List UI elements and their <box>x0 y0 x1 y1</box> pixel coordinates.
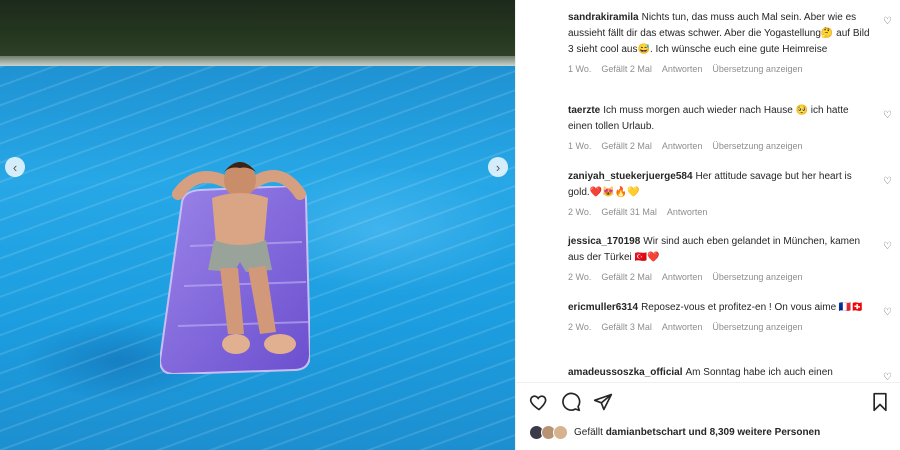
paper-plane-icon[interactable] <box>593 392 613 417</box>
comment-like-heart-icon[interactable]: ♡ <box>883 372 892 382</box>
comment-bubble-icon[interactable] <box>561 392 581 417</box>
comment-username[interactable]: jessica_170198 <box>568 236 640 247</box>
comment-meta: 2 Wo. Gefällt 2 Mal Antworten Übersetzun… <box>568 272 871 282</box>
comment-text: ericmuller6314 Reposez-vous et profitez-e… <box>568 300 871 316</box>
comment-username[interactable]: amadeussoszka_official <box>568 367 683 378</box>
comment-like-heart-icon[interactable]: ♡ <box>883 307 892 318</box>
comment-item: zaniyah_stuekerjuerge584 Her attitude sav… <box>516 169 900 217</box>
reply-button[interactable]: Antworten <box>662 322 703 332</box>
comment-likes[interactable]: Gefällt 2 Mal <box>601 64 652 74</box>
comment-meta: 1 Wo. Gefällt 2 Mal Antworten Übersetzun… <box>568 141 871 151</box>
likes-prefix: Gefällt <box>574 427 603 438</box>
post-photo: ‹ › <box>0 0 515 450</box>
comment-body: Reposez-vous et profitez-en ! On vous ai… <box>641 302 864 313</box>
comment-body: Ich muss morgen auch wieder nach Hause 🥺… <box>568 105 849 132</box>
bookmark-icon[interactable] <box>871 392 889 417</box>
chevron-left-icon: ‹ <box>12 159 18 175</box>
comment-meta: 1 Wo. Gefällt 2 Mal Antworten Übersetzun… <box>568 64 871 74</box>
reply-button[interactable]: Antworten <box>662 141 703 151</box>
comment-likes[interactable]: Gefällt 2 Mal <box>601 141 652 151</box>
liker-avatar[interactable] <box>553 425 568 440</box>
translate-button[interactable]: Übersetzung anzeigen <box>712 64 802 74</box>
comment-body: Am Sonntag habe ich auch einen <box>685 367 833 378</box>
heart-outline-icon[interactable] <box>529 392 549 417</box>
comment-time[interactable]: 2 Wo. <box>568 322 591 332</box>
instagram-post: ‹ › sandrakiramila Nichts tun, das muss a… <box>0 0 900 450</box>
translate-button[interactable]: Übersetzung anzeigen <box>712 141 802 151</box>
comment-meta: 2 Wo. Gefällt 3 Mal Antworten Übersetzun… <box>568 322 871 332</box>
comment-username[interactable]: taerzte <box>568 105 600 116</box>
comment-item: amadeussoszka_official Am Sonntag habe ic… <box>516 365 900 381</box>
likes-count[interactable]: und 8,309 weitere Personen <box>689 427 821 438</box>
comment-text: sandrakiramila Nichts tun, das muss auch … <box>568 10 871 58</box>
comment-like-heart-icon[interactable]: ♡ <box>883 110 892 121</box>
comment-likes[interactable]: Gefällt 3 Mal <box>601 322 652 332</box>
divider <box>516 382 900 383</box>
reply-button[interactable]: Antworten <box>662 272 703 282</box>
comment-text: zaniyah_stuekerjuerge584 Her attitude sav… <box>568 169 871 201</box>
comment-time[interactable]: 2 Wo. <box>568 207 591 217</box>
likes-summary: Gefällt damianbetschart und 8,309 weiter… <box>529 425 820 440</box>
comment-username[interactable]: sandrakiramila <box>568 12 639 23</box>
palm-trees-background <box>0 0 515 66</box>
comment-likes[interactable]: Gefällt 31 Mal <box>601 207 657 217</box>
comment-item: taerzte Ich muss morgen auch wieder nach … <box>516 103 900 151</box>
next-image-button[interactable]: › <box>488 157 508 177</box>
man-on-mattress <box>172 162 306 354</box>
comment-meta: 2 Wo. Gefällt 31 Mal Antworten <box>568 207 871 217</box>
reply-button[interactable]: Antworten <box>662 64 703 74</box>
comment-username[interactable]: ericmuller6314 <box>568 302 638 313</box>
translate-button[interactable]: Übersetzung anzeigen <box>712 272 802 282</box>
comments-list[interactable]: sandrakiramila Nichts tun, das muss auch … <box>516 0 900 382</box>
comment-time[interactable]: 1 Wo. <box>568 141 591 151</box>
comment-text: taerzte Ich muss morgen auch wieder nach … <box>568 103 871 135</box>
comment-item: sandrakiramila Nichts tun, das muss auch … <box>516 10 900 74</box>
comment-like-heart-icon[interactable]: ♡ <box>883 16 892 27</box>
comment-time[interactable]: 1 Wo. <box>568 64 591 74</box>
reply-button[interactable]: Antworten <box>667 207 708 217</box>
previous-image-button[interactable]: ‹ <box>5 157 25 177</box>
comment-like-heart-icon[interactable]: ♡ <box>883 241 892 252</box>
liked-by-username[interactable]: damianbetschart <box>606 427 686 438</box>
comment-like-heart-icon[interactable]: ♡ <box>883 176 892 187</box>
comments-panel: sandrakiramila Nichts tun, das muss auch … <box>515 0 900 450</box>
comment-username[interactable]: zaniyah_stuekerjuerge584 <box>568 171 693 182</box>
comment-time[interactable]: 2 Wo. <box>568 272 591 282</box>
comment-likes[interactable]: Gefällt 2 Mal <box>601 272 652 282</box>
translate-button[interactable]: Übersetzung anzeigen <box>712 322 802 332</box>
comment-text: jessica_170198 Wir sind auch eben gelande… <box>568 234 871 266</box>
comment-item: jessica_170198 Wir sind auch eben gelande… <box>516 234 900 282</box>
comment-text: amadeussoszka_official Am Sonntag habe ic… <box>568 365 871 381</box>
chevron-right-icon: › <box>495 159 501 175</box>
post-actions <box>529 392 613 417</box>
comment-item: ericmuller6314 Reposez-vous et profitez-e… <box>516 300 900 332</box>
